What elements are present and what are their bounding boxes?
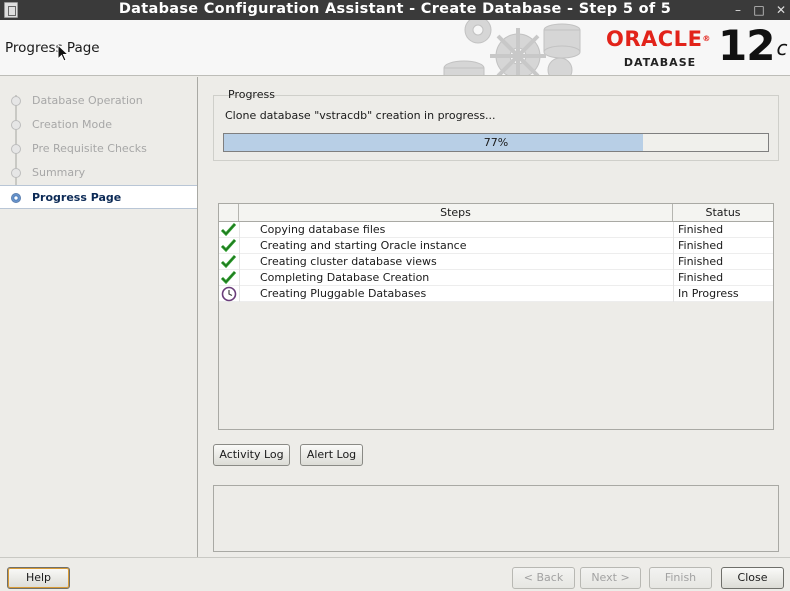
sidebar-item-creation-mode[interactable]: Creation Mode (0, 113, 197, 137)
gears-graphic-icon (443, 20, 581, 75)
step-current-icon (11, 193, 21, 203)
window-title: Database Configuration Assistant - Creat… (118, 1, 672, 17)
sidebar-item-label: Pre Requisite Checks (32, 142, 147, 155)
activity-log-button[interactable]: Activity Log (213, 444, 290, 466)
sidebar-item-label: Creation Mode (32, 118, 113, 131)
alert-log-button[interactable]: Alert Log (300, 444, 363, 466)
step-name: Creating Pluggable Databases (260, 287, 427, 300)
step-name: Creating cluster database views (260, 255, 437, 268)
step-name: Completing Database Creation (260, 271, 430, 284)
table-header-status[interactable]: Status (673, 204, 773, 221)
step-status: Finished (678, 223, 724, 236)
step-done-icon (11, 96, 21, 106)
finish-button[interactable]: Finish (649, 567, 712, 589)
step-name: Creating and starting Oracle instance (260, 239, 467, 252)
sidebar-item-label: Database Operation (32, 94, 143, 107)
sidebar-item-database-operation[interactable]: Database Operation (0, 89, 197, 113)
progress-group-title: Progress (228, 88, 275, 101)
close-window-icon[interactable]: ✕ (774, 3, 788, 17)
table-header-steps[interactable]: Steps (239, 204, 673, 221)
clock-icon (221, 286, 237, 302)
oracle-logo: ORACLE® DATABASE (606, 27, 711, 69)
check-icon (220, 222, 237, 237)
step-status: Finished (678, 239, 724, 252)
message-output-area[interactable] (213, 485, 779, 552)
help-button[interactable]: Help (7, 567, 70, 589)
sidebar-item-label: Summary (32, 166, 86, 179)
step-done-icon (11, 120, 21, 130)
progress-bar: 77% (223, 133, 769, 152)
table-header: Steps Status (219, 204, 773, 222)
back-button[interactable]: < Back (512, 567, 575, 589)
check-icon (220, 254, 237, 269)
window-titlebar[interactable]: Database Configuration Assistant - Creat… (0, 0, 790, 20)
step-status: In Progress (678, 287, 739, 300)
check-icon (220, 270, 237, 285)
close-button[interactable]: Close (721, 567, 784, 589)
table-row[interactable]: Creating and starting Oracle instance Fi… (219, 238, 773, 254)
step-name: Copying database files (260, 223, 386, 236)
table-row[interactable]: Completing Database Creation Finished (219, 270, 773, 286)
page-title: Progress Page (5, 40, 100, 56)
wizard-steps-sidebar: Database Operation Creation Mode Pre Req… (0, 77, 198, 557)
progress-status-text: Clone database "vstracdb" creation in pr… (225, 109, 496, 122)
check-icon (220, 238, 237, 253)
version-logo: 12 c (718, 21, 787, 70)
table-row[interactable]: Creating Pluggable Databases In Progress (219, 286, 773, 302)
progress-percent-label: 77% (483, 136, 509, 149)
sidebar-item-summary[interactable]: Summary (0, 161, 197, 185)
sidebar-item-label: Progress Page (32, 191, 122, 204)
sidebar-item-progress-page[interactable]: Progress Page (0, 185, 197, 209)
step-status: Finished (678, 271, 724, 284)
mouse-cursor-icon (57, 44, 69, 62)
header-banner: Progress Page ORACLE® DATABASE 12 c (0, 20, 790, 76)
step-status: Finished (678, 255, 724, 268)
step-done-icon (11, 168, 21, 178)
step-done-icon (11, 144, 21, 154)
sidebar-item-prerequisite-checks[interactable]: Pre Requisite Checks (0, 137, 197, 161)
minimize-icon[interactable]: – (731, 3, 745, 17)
table-header-icon-column (219, 204, 239, 221)
table-row[interactable]: Creating cluster database views Finished (219, 254, 773, 270)
next-button[interactable]: Next > (580, 567, 641, 589)
maximize-icon[interactable]: □ (752, 3, 766, 17)
steps-table[interactable]: Steps Status Copying database files Fini… (218, 203, 774, 430)
footer-divider (0, 557, 790, 558)
table-row[interactable]: Copying database files Finished (219, 222, 773, 238)
